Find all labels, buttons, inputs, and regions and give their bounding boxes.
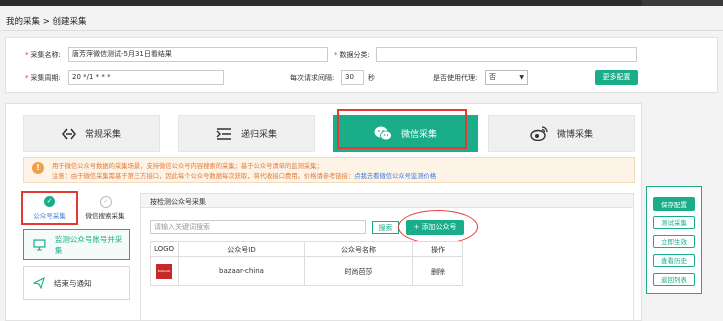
table-header-action: 操作 [431, 246, 445, 254]
top-bar [0, 0, 723, 6]
tab-regular-label: 常规采集 [84, 130, 121, 140]
table-cell-name: 时尚芭莎 [344, 268, 373, 276]
notice-line-2-text: 注意：由于微信采集需基于第三方接口，因此每个公众号数据每次获取，将代收接口费用。… [52, 173, 355, 180]
monitor-panel-header [141, 194, 633, 208]
monitor-icon [33, 238, 46, 251]
menu-monitor-accounts[interactable]: 监测公众号账号并采集 [23, 229, 130, 260]
interval-unit: 秒 [368, 74, 375, 82]
save-config-button[interactable]: 保存配置 [653, 197, 695, 211]
warning-icon: ! [32, 162, 44, 174]
category-label: * 数据分类: [334, 51, 370, 59]
breadcrumb-divider [0, 30, 723, 31]
menu-monitor-label: 监测公众号账号并采集 [54, 234, 123, 255]
table-cell-id: bazaar-china [219, 267, 264, 275]
notice-line-2: 注意：由于微信采集需基于第三方接口，因此每个公众号数据每次获取，将代收接口费用。… [52, 171, 436, 180]
table-header-logo: LOGO [153, 245, 175, 253]
test-collection-button[interactable]: 测试采集 [653, 216, 695, 229]
period-input[interactable]: 20 */1 * * * [68, 70, 224, 85]
tab-recursive-label: 递归采集 [240, 130, 277, 140]
category-input[interactable] [376, 47, 637, 62]
add-button-highlight [398, 210, 478, 244]
mode-search-label: 微信搜索采集 [85, 212, 125, 220]
chevron-down-icon: ▼ [519, 74, 524, 81]
view-history-button[interactable]: 查看历史 [653, 254, 695, 267]
link-icon [62, 128, 76, 139]
account-logo: BAZAAR [156, 264, 172, 279]
task-name-input[interactable]: 唐芳萍微信测试-5月31日看结果 [68, 47, 328, 62]
price-link[interactable]: 点我去看微信公众号监测价格 [354, 173, 436, 180]
list-icon [216, 127, 231, 140]
notice-line-1: 用于微信公众号数据的采集场景，支持微信公众号内容搜索的采集；基于公众号清单的监测… [52, 163, 323, 170]
check-circle-outline-icon: ✓ [100, 196, 112, 208]
account-logo-text: BAZAAR [157, 269, 171, 273]
mode-search[interactable]: ✓ 微信搜索采集 [80, 193, 130, 223]
back-to-list-button[interactable]: 返回列表 [653, 273, 695, 286]
proxy-select[interactable]: 否 ▼ [485, 70, 528, 85]
menu-finish-notify[interactable]: 结束与通知 [23, 266, 130, 300]
table-header-divider [150, 256, 463, 257]
menu-finish-label: 结束与通知 [54, 278, 92, 288]
keyword-search-input[interactable]: 请输入关键词搜索 [150, 220, 366, 234]
apply-now-button[interactable]: 立即生效 [653, 235, 695, 248]
monitor-panel-title: 按检测公众号采集 [150, 198, 206, 206]
proxy-select-value: 否 [489, 73, 496, 81]
breadcrumb: 我的采集 > 创建采集 [6, 17, 87, 27]
more-config-button[interactable]: 更多配置 [595, 70, 638, 85]
tab-recursive-collection[interactable]: 递归采集 [178, 115, 315, 152]
top-bar-user-area [642, 0, 723, 6]
delete-link[interactable]: 删除 [413, 267, 463, 277]
proxy-label: 是否使用代理: [433, 74, 478, 82]
table-header-name: 公众号名称 [341, 246, 376, 254]
weibo-icon [530, 126, 548, 141]
task-name-label: * 采集名称: [25, 51, 61, 59]
tab-regular-collection[interactable]: 常规采集 [23, 115, 160, 152]
interval-label: 每次请求间隔: [290, 74, 335, 82]
search-button[interactable]: 搜索 [372, 221, 399, 234]
tab-weibo-collection[interactable]: 微博采集 [488, 115, 635, 152]
paper-plane-icon [33, 277, 45, 289]
wechat-tab-highlight [337, 109, 467, 149]
period-label: * 采集周期: [25, 74, 61, 82]
tab-weibo-label: 微博采集 [556, 130, 593, 140]
table-header-id: 公众号ID [227, 246, 256, 254]
interval-input[interactable]: 30 [341, 70, 364, 85]
mode-account-highlight [21, 191, 78, 225]
